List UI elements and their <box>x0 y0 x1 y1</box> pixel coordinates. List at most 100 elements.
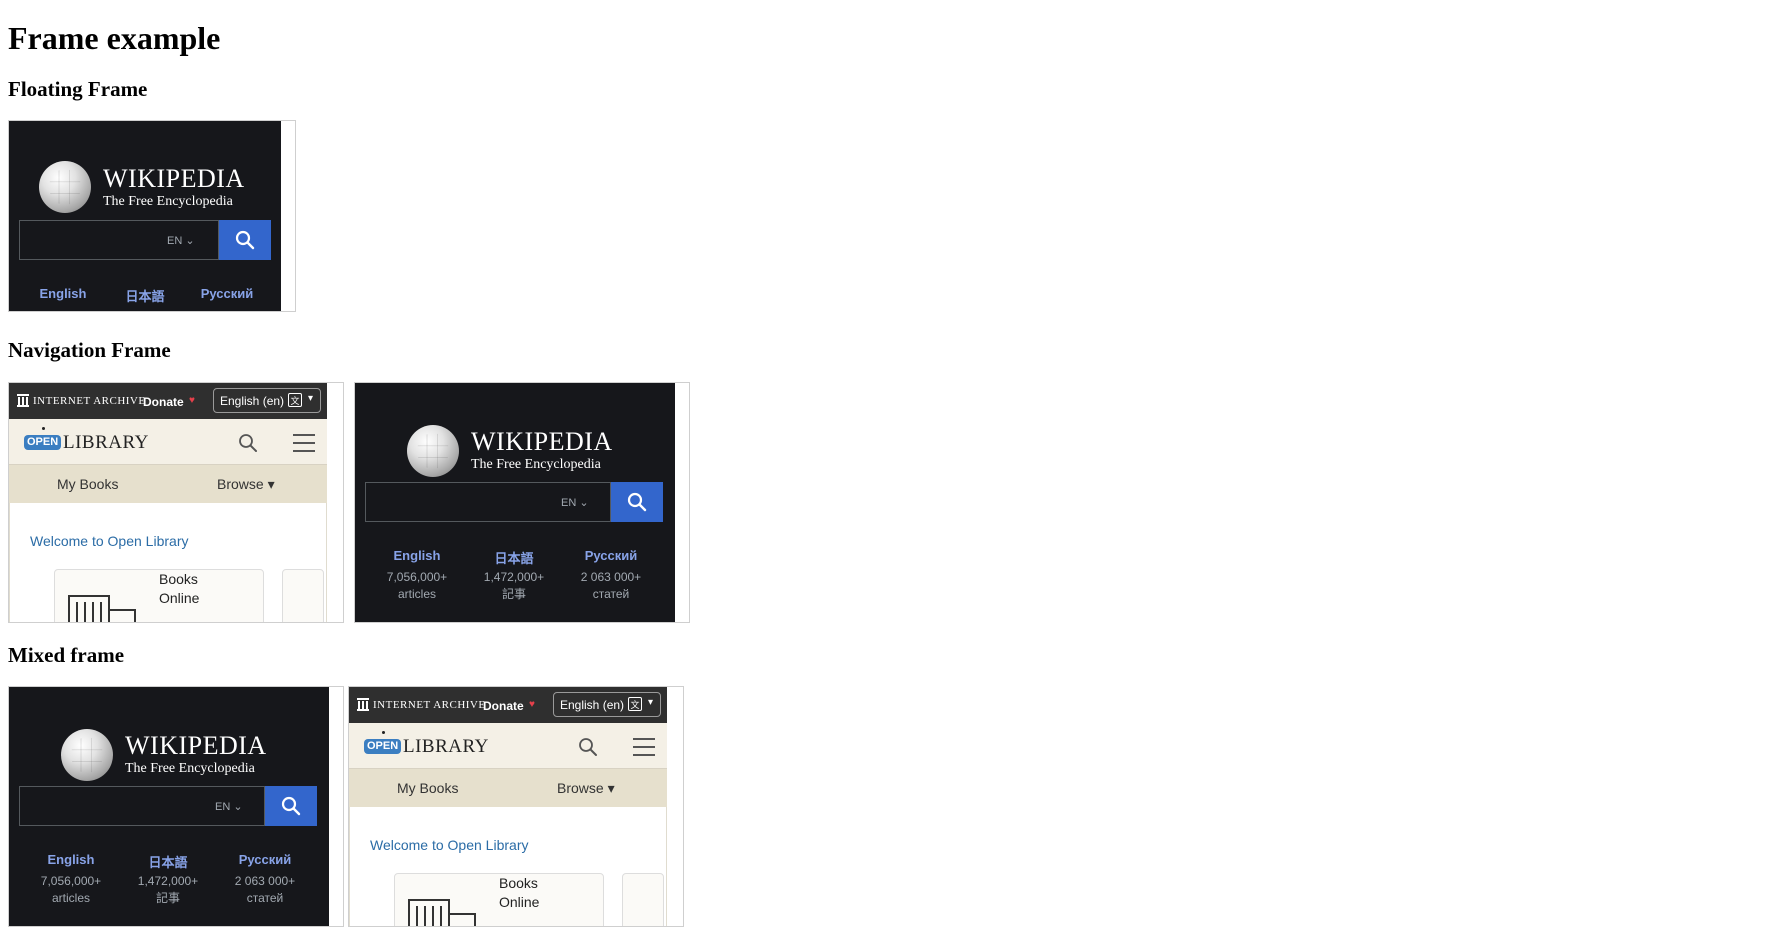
books-icon <box>408 899 476 926</box>
internet-archive-icon <box>357 698 369 711</box>
search-icon[interactable] <box>578 737 598 757</box>
chevron-down-icon: ⌄ <box>185 235 195 247</box>
mixed-frame-openlibrary[interactable]: INTERNET ARCHIVE Donate ♥ English (en) 文… <box>348 686 684 927</box>
openlibrary-nav: My Books Browse ▾ <box>9 465 327 503</box>
nav-my-books[interactable]: My Books <box>57 476 118 492</box>
donate-link[interactable]: Donate <box>483 699 524 713</box>
section-heading-mixed: Mixed frame <box>8 643 125 667</box>
openlibrary-page: INTERNET ARCHIVE Donate ♥ English (en) 文… <box>349 687 667 926</box>
russian-article-count: 2 063 000+ статей <box>234 874 296 905</box>
wikipedia-globe-logo <box>39 161 91 213</box>
language-button-label: English (en) <box>220 394 285 408</box>
section-heading-floating: Floating Frame <box>8 77 148 101</box>
language-link-japanese[interactable]: 日本語 <box>474 548 554 567</box>
wikipedia-wordmark: WIKIPEDIA <box>471 427 613 456</box>
heart-icon: ♥ <box>529 699 535 710</box>
translate-icon: 文 <box>288 393 302 407</box>
navigation-frame-openlibrary[interactable]: INTERNET ARCHIVE Donate ♥ English (en) 文… <box>8 382 344 623</box>
search-button[interactable] <box>611 482 663 522</box>
search-icon <box>627 492 647 512</box>
page-title: Frame example <box>8 20 221 56</box>
english-article-count: 7,056,000+ articles <box>386 570 448 601</box>
language-link-russian[interactable]: Русский <box>571 548 651 563</box>
openlibrary-body: Welcome to Open Library Books Online <box>9 503 327 622</box>
logo-dot <box>42 427 45 430</box>
library-wordmark[interactable]: LIBRARY <box>403 736 489 758</box>
language-selector-label: EN <box>561 497 577 509</box>
hamburger-menu-icon[interactable] <box>633 738 655 762</box>
language-link-russian[interactable]: Русский <box>225 852 305 867</box>
welcome-link[interactable]: Welcome to Open Library <box>30 533 188 549</box>
books-icon <box>68 595 136 622</box>
open-badge[interactable]: OPEN <box>364 739 402 754</box>
language-link-russian[interactable]: Русский <box>197 286 257 301</box>
books-online-card[interactable]: Books Online <box>394 873 604 926</box>
language-selector[interactable]: EN ⌄ <box>167 234 195 248</box>
search-button[interactable] <box>265 786 317 826</box>
english-article-count: 7,056,000+ articles <box>40 874 102 905</box>
openlibrary-header: OPEN LIBRARY <box>9 419 327 465</box>
wikipedia-portal: WIKIPEDIA The Free Encyclopedia EN ⌄ Eng… <box>355 383 675 622</box>
language-selector[interactable]: EN ⌄ <box>215 800 243 814</box>
japanese-article-count: 1,472,000+ 記事 <box>483 570 545 601</box>
nav-my-books[interactable]: My Books <box>397 780 458 796</box>
wikipedia-wordmark: WIKIPEDIA <box>125 731 267 760</box>
wikipedia-globe-logo <box>407 425 459 477</box>
chevron-down-icon: ⌄ <box>233 801 243 813</box>
floating-frame[interactable]: WIKIPEDIA The Free Encyclopedia EN ⌄ Eng… <box>8 120 296 312</box>
hamburger-menu-icon[interactable] <box>293 434 315 458</box>
library-wordmark[interactable]: LIBRARY <box>63 432 149 454</box>
internet-archive-icon <box>17 394 29 407</box>
caret-down-icon: ▾ <box>308 393 314 404</box>
wikipedia-portal: WIKIPEDIA The Free Encyclopedia EN ⌄ Eng… <box>9 687 329 926</box>
language-link-english[interactable]: English <box>31 852 111 867</box>
internet-archive-label[interactable]: INTERNET ARCHIVE <box>33 395 146 407</box>
books-online-label: Books Online <box>159 571 200 606</box>
nav-browse[interactable]: Browse ▾ <box>557 780 615 797</box>
next-card[interactable] <box>622 873 664 926</box>
wikipedia-globe-logo <box>61 729 113 781</box>
chevron-down-icon: ⌄ <box>579 497 589 509</box>
mixed-frame-wikipedia[interactable]: WIKIPEDIA The Free Encyclopedia EN ⌄ Eng… <box>8 686 344 927</box>
openlibrary-nav: My Books Browse ▾ <box>349 769 667 807</box>
donate-link[interactable]: Donate <box>143 395 184 409</box>
logo-dot <box>382 731 385 734</box>
japanese-article-count: 1,472,000+ 記事 <box>137 874 199 905</box>
open-badge[interactable]: OPEN <box>24 435 62 450</box>
language-button[interactable]: English (en) 文 ▾ <box>553 692 661 717</box>
wikipedia-wordmark: WIKIPEDIA <box>103 164 245 193</box>
welcome-link[interactable]: Welcome to Open Library <box>370 837 528 853</box>
wikipedia-portal: WIKIPEDIA The Free Encyclopedia EN ⌄ Eng… <box>9 121 281 311</box>
search-icon <box>281 796 301 816</box>
language-link-japanese[interactable]: 日本語 <box>115 286 175 305</box>
search-icon[interactable] <box>238 433 258 453</box>
openlibrary-body: Welcome to Open Library Books Online <box>349 807 667 926</box>
books-online-label: Books Online <box>499 875 540 910</box>
wikipedia-tagline: The Free Encyclopedia <box>103 194 233 209</box>
language-selector-label: EN <box>167 235 183 247</box>
section-heading-navigation: Navigation Frame <box>8 338 171 362</box>
books-online-card[interactable]: Books Online <box>54 569 264 622</box>
language-link-english[interactable]: English <box>377 548 457 563</box>
openlibrary-page: INTERNET ARCHIVE Donate ♥ English (en) 文… <box>9 383 327 622</box>
internet-archive-label[interactable]: INTERNET ARCHIVE <box>373 699 486 711</box>
translate-icon: 文 <box>628 697 642 711</box>
openlibrary-header: OPEN LIBRARY <box>349 723 667 769</box>
language-selector-label: EN <box>215 801 231 813</box>
nav-browse[interactable]: Browse ▾ <box>217 476 275 493</box>
search-button[interactable] <box>219 220 271 260</box>
language-link-english[interactable]: English <box>33 286 93 301</box>
wikipedia-tagline: The Free Encyclopedia <box>471 457 601 472</box>
navigation-frame-wikipedia[interactable]: WIKIPEDIA The Free Encyclopedia EN ⌄ Eng… <box>354 382 690 623</box>
search-icon <box>235 230 255 250</box>
heart-icon: ♥ <box>189 395 195 406</box>
russian-article-count: 2 063 000+ статей <box>580 570 642 601</box>
internet-archive-bar: INTERNET ARCHIVE Donate ♥ English (en) 文… <box>349 687 667 723</box>
internet-archive-bar: INTERNET ARCHIVE Donate ♥ English (en) 文… <box>9 383 327 419</box>
language-button[interactable]: English (en) 文 ▾ <box>213 388 321 413</box>
language-selector[interactable]: EN ⌄ <box>561 496 589 510</box>
language-link-japanese[interactable]: 日本語 <box>128 852 208 871</box>
next-card[interactable] <box>282 569 324 622</box>
caret-down-icon: ▾ <box>648 697 654 708</box>
wikipedia-tagline: The Free Encyclopedia <box>125 761 255 776</box>
